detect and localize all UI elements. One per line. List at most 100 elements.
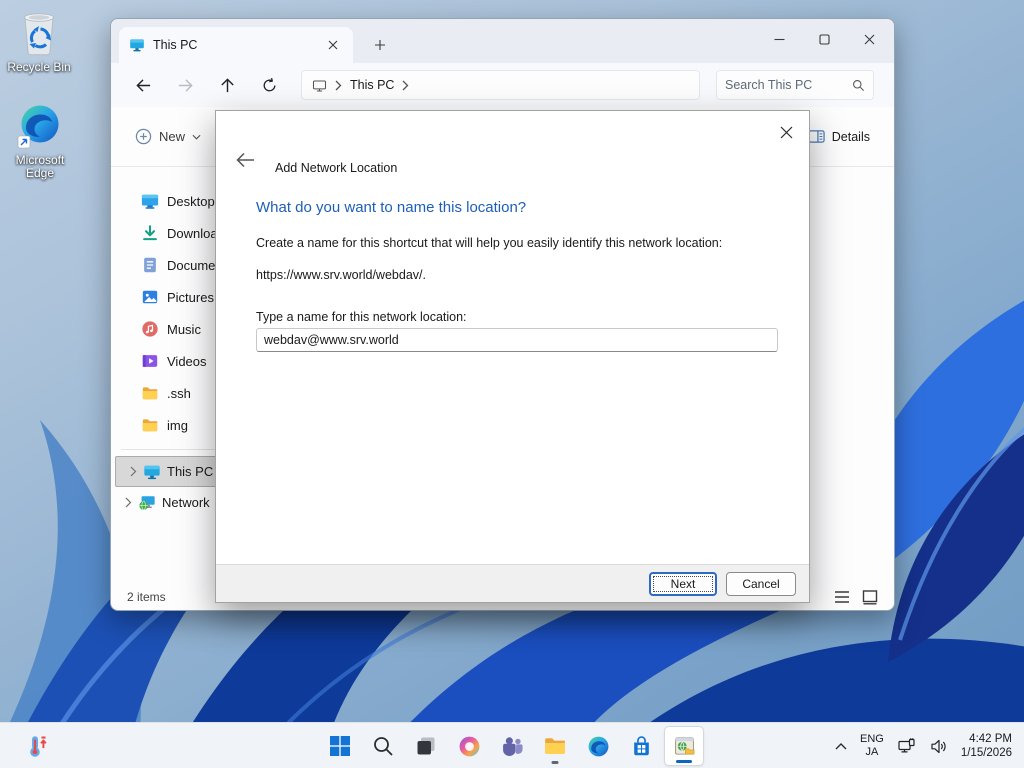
windows-start-icon <box>330 736 350 756</box>
close-icon <box>328 40 338 50</box>
details-pane-icon <box>808 130 825 143</box>
close-window-button[interactable] <box>847 19 892 59</box>
this-pc-monitor-icon <box>144 465 160 479</box>
cancel-button[interactable]: Cancel <box>726 572 796 596</box>
sidebar-item-label: img <box>167 417 188 433</box>
sidebar-item-label: Music <box>167 321 201 337</box>
recycle-bin-icon <box>24 13 54 56</box>
volume-tray-button[interactable] <box>929 737 948 756</box>
file-explorer-button[interactable] <box>535 726 575 766</box>
computer-icon <box>312 79 327 91</box>
chevron-right-icon <box>402 80 409 90</box>
minimize-button[interactable] <box>757 19 802 59</box>
documents-icon <box>144 257 156 273</box>
list-view-icon[interactable] <box>834 590 850 604</box>
date: 1/15/2026 <box>960 747 1012 759</box>
desktop-screen: Recycle Bin Microsoft Edge This PC This … <box>0 0 1024 768</box>
microsoft-store-button[interactable] <box>621 726 661 766</box>
explorer-tab-this-pc[interactable]: This PC <box>119 27 353 63</box>
system-tray: ENG JA 4:42 PM 1/15/2026 <box>835 723 1018 768</box>
explorer-titlebar[interactable]: This PC <box>111 19 894 63</box>
window-controls <box>757 19 892 63</box>
search-button[interactable] <box>363 726 403 766</box>
search-input[interactable] <box>725 78 852 92</box>
task-view-button[interactable] <box>406 726 446 766</box>
back-arrow-icon <box>235 152 254 168</box>
language-primary: ENG <box>859 733 884 745</box>
search-box[interactable] <box>716 70 874 100</box>
new-button[interactable]: New <box>127 122 209 151</box>
dialog-back-button[interactable] <box>232 147 258 173</box>
chevron-right-icon <box>335 80 342 90</box>
desktop-icon-label: Microsoft Edge <box>15 153 65 180</box>
tray-overflow-button[interactable] <box>835 742 847 750</box>
maximize-button[interactable] <box>802 19 847 59</box>
desktop-icon <box>141 194 159 209</box>
refresh-button[interactable] <box>251 68 287 102</box>
forward-arrow-icon <box>178 78 193 92</box>
address-bar[interactable]: This PC <box>301 70 700 100</box>
details-button[interactable]: Details <box>800 122 878 151</box>
sidebar-item-label: Pictures <box>167 289 214 305</box>
dialog-footer: Next Cancel <box>216 564 809 602</box>
edge-button[interactable] <box>578 726 618 766</box>
weather-thermometer-icon <box>30 736 47 757</box>
plus-circle-icon <box>135 128 152 145</box>
sidebar-item-label: Videos <box>167 353 207 369</box>
edge-icon <box>17 105 59 149</box>
start-button[interactable] <box>320 726 360 766</box>
desktop-icon-recycle-bin[interactable]: Recycle Bin <box>0 8 78 74</box>
up-button[interactable] <box>209 68 245 102</box>
chevron-down-icon <box>192 134 201 140</box>
chevron-right-icon[interactable] <box>125 497 132 508</box>
explorer-navbar: This PC <box>111 63 894 107</box>
teams-icon <box>502 736 523 756</box>
microsoft-store-icon <box>633 735 649 755</box>
music-icon <box>142 321 158 337</box>
chevron-right-icon[interactable] <box>130 466 137 477</box>
plus-icon <box>375 40 385 50</box>
file-explorer-icon <box>545 738 565 754</box>
language-indicator[interactable]: ENG JA <box>860 733 884 759</box>
forward-button[interactable] <box>167 68 203 102</box>
large-icons-view-icon[interactable] <box>862 589 878 605</box>
dialog-description: Create a name for this shortcut that wil… <box>256 236 723 250</box>
sidebar-item-label: .ssh <box>167 385 191 401</box>
location-name-label: Type a name for this network location: <box>256 310 467 324</box>
add-network-wizard-icon <box>674 737 694 755</box>
add-network-wizard-button[interactable] <box>664 726 704 766</box>
desktop-icon-microsoft-edge[interactable]: Microsoft Edge <box>1 103 79 180</box>
next-button[interactable]: Next <box>649 572 717 596</box>
time: 4:42 PM <box>969 733 1012 745</box>
chevron-up-icon <box>835 742 847 749</box>
network-icon <box>139 495 155 510</box>
folder-icon <box>142 419 158 432</box>
refresh-icon <box>263 77 275 91</box>
copilot-button[interactable] <box>449 726 489 766</box>
new-tab-button[interactable] <box>367 32 393 58</box>
dialog-close-button[interactable] <box>773 119 799 145</box>
taskbar: ENG JA 4:42 PM 1/15/2026 <box>0 722 1024 768</box>
pictures-icon <box>142 290 158 304</box>
minimize-icon <box>774 38 785 40</box>
clock[interactable]: 4:42 PM 1/15/2026 <box>961 732 1012 760</box>
close-icon <box>864 34 875 44</box>
taskbar-center-icons <box>320 726 704 766</box>
tab-close-button[interactable] <box>323 35 343 55</box>
details-button-label: Details <box>831 129 870 144</box>
ethernet-network-icon <box>898 737 915 752</box>
running-indicator <box>551 761 559 764</box>
search-icon <box>853 79 864 91</box>
back-arrow-icon <box>135 78 150 92</box>
videos-icon <box>142 355 158 367</box>
breadcrumb-this-pc[interactable]: This PC <box>350 78 394 92</box>
network-tray-button[interactable] <box>897 737 916 756</box>
teams-button[interactable] <box>492 726 532 766</box>
speaker-icon <box>931 739 946 753</box>
back-button[interactable] <box>125 68 161 102</box>
location-name-input[interactable] <box>256 328 778 352</box>
widgets-button[interactable] <box>14 730 62 762</box>
folder-icon <box>142 387 158 400</box>
sidebar-item-label: This PC <box>167 464 214 479</box>
desktop-icon-label: Recycle Bin <box>7 60 71 74</box>
